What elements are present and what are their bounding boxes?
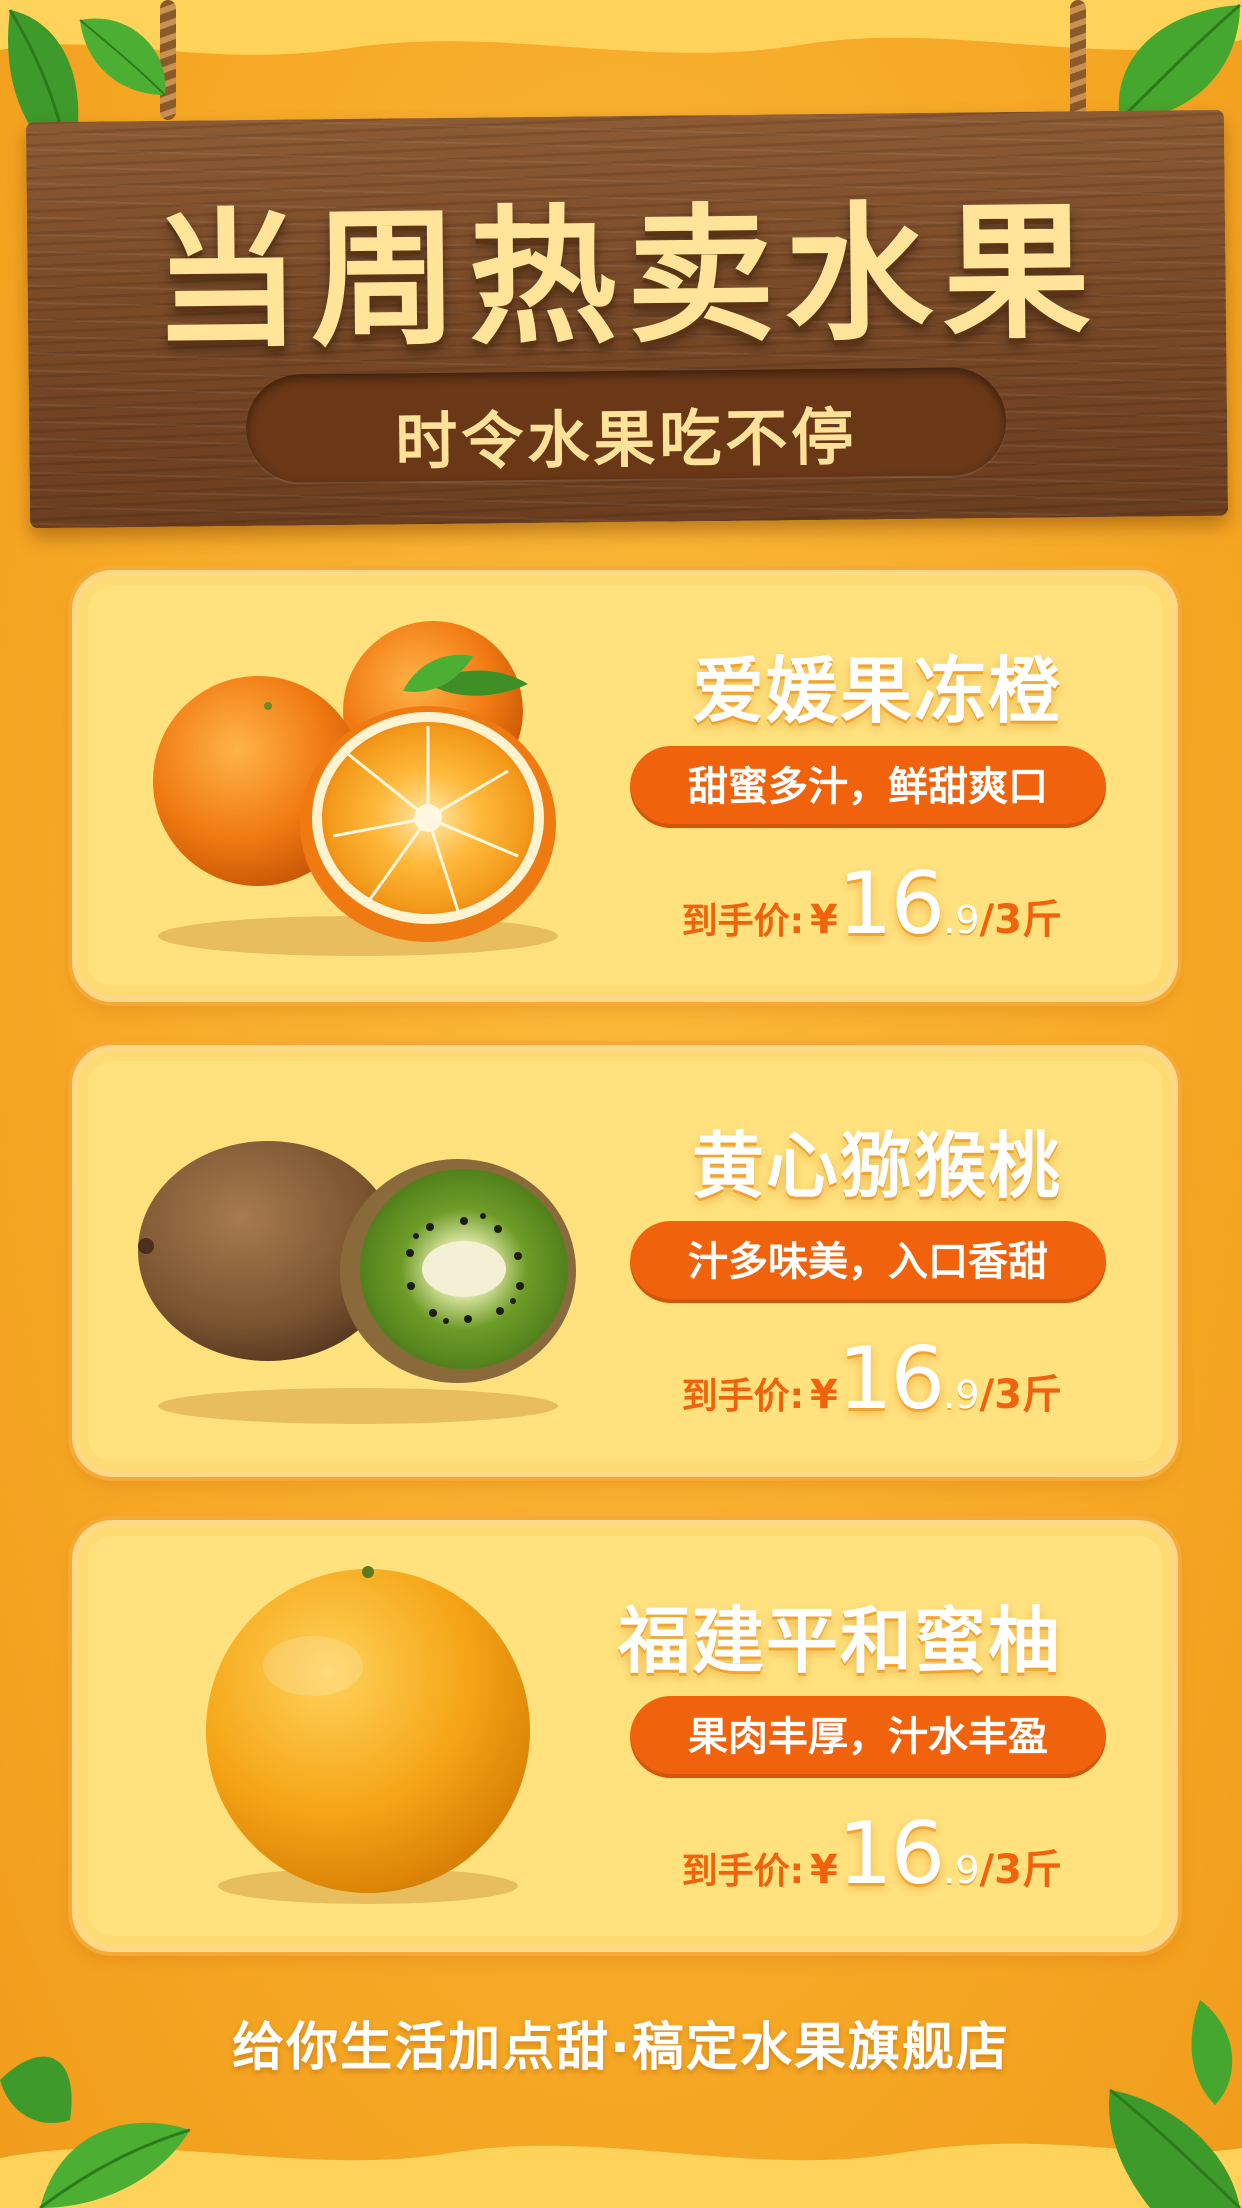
price-decimal: .9: [943, 898, 980, 942]
price-label: 到手价:: [681, 1851, 804, 1892]
price-integer: 16: [837, 1329, 945, 1429]
product-name: 爱媛果冻橙: [691, 649, 1062, 733]
page-subtitle: 时令水果吃不停: [394, 400, 858, 479]
currency-symbol: ¥: [810, 1847, 838, 1893]
product-card[interactable]: 黄心猕猴桃 汁多味美，入口香甜 到手价: ¥16.9/3斤: [72, 1045, 1178, 1477]
price-unit: /3斤: [979, 1847, 1062, 1893]
right-rope: [1070, 0, 1086, 120]
currency-symbol: ¥: [810, 897, 838, 943]
wooden-sign: 当周热卖水果 时令水果吃不停: [25, 109, 1229, 529]
product-name: 福建平和蜜柚: [617, 1599, 1062, 1683]
product-tagline: 汁多味美，入口香甜: [630, 1221, 1106, 1303]
page-title: 当周热卖水果: [151, 186, 1102, 368]
product-price: 到手价: ¥16.9/3斤: [682, 854, 1062, 954]
poster: 当周热卖水果 时令水果吃不停 爱媛果冻橙 甜蜜多汁，鲜甜爽口 到手价: ¥16.…: [0, 0, 1242, 2208]
mandarin-orange-image: [153, 621, 558, 956]
product-card[interactable]: 福建平和蜜柚 果肉丰厚，汁水丰盈 到手价: ¥16.9/3斤: [72, 1520, 1178, 1952]
price-label: 到手价:: [681, 901, 804, 942]
leaf-icon: [0, 2056, 191, 2208]
pomelo-image: [206, 1566, 530, 1904]
product-tagline: 甜蜜多汁，鲜甜爽口: [630, 746, 1106, 828]
top-wave-band: [0, 0, 1242, 55]
leaf-icon: [1109, 2000, 1242, 2208]
price-unit: /3斤: [979, 897, 1062, 943]
currency-symbol: ¥: [810, 1372, 838, 1418]
price-decimal: .9: [943, 1373, 980, 1417]
product-card[interactable]: 爱媛果冻橙 甜蜜多汁，鲜甜爽口 到手价: ¥16.9/3斤: [72, 570, 1178, 1002]
product-tagline: 果肉丰厚，汁水丰盈: [630, 1696, 1106, 1778]
kiwi-image: [138, 1141, 576, 1424]
price-unit: /3斤: [979, 1372, 1062, 1418]
price-label: 到手价:: [681, 1376, 804, 1417]
price-integer: 16: [837, 1804, 945, 1904]
price-decimal: .9: [943, 1848, 980, 1892]
subtitle-pill: 时令水果吃不停: [245, 367, 1007, 483]
price-integer: 16: [837, 854, 945, 954]
product-price: 到手价: ¥16.9/3斤: [682, 1804, 1062, 1904]
product-price: 到手价: ¥16.9/3斤: [682, 1329, 1062, 1429]
product-name: 黄心猕猴桃: [691, 1124, 1062, 1208]
